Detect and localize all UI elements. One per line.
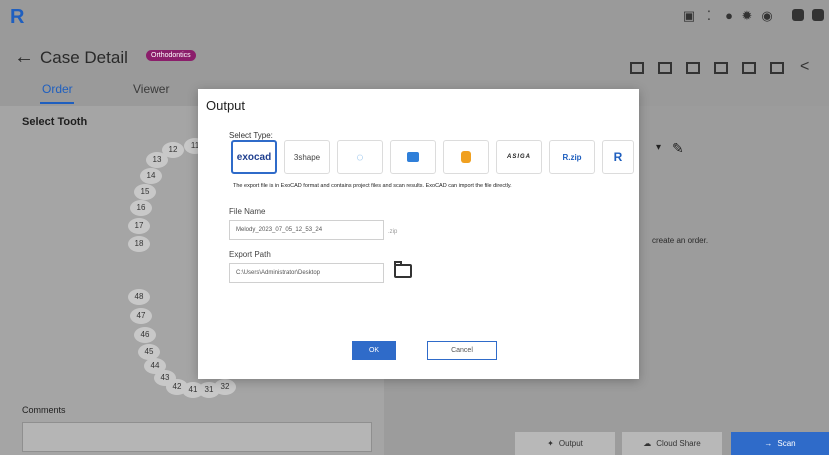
format-exocad[interactable]: exocad [231,140,277,174]
file-name-label: File Name [229,207,266,216]
format-orange[interactable] [443,140,489,174]
save-icon[interactable] [714,62,728,74]
order-hint: create an order. [652,236,709,245]
user-icon[interactable]: ◉ [760,9,774,23]
tooth-16[interactable]: 16 [130,200,152,216]
arrow-right-icon: → [764,439,773,448]
pencil-icon[interactable]: ✎ [672,140,684,157]
tooth-14[interactable]: 14 [140,168,162,184]
document-icon[interactable] [686,62,700,74]
format-3shape[interactable]: 3shape [284,140,330,174]
select-type-label: Select Type: [229,131,273,140]
cloud-share-label: Cloud Share [656,439,701,448]
image-icon[interactable] [630,62,644,74]
r-logo: R [613,150,623,164]
page-title: Case Detail [40,48,128,67]
export-path-label: Export Path [229,250,271,259]
folder-icon[interactable] [394,264,412,278]
top-bar: R ▣ ⁚ ● ✹ ◉ [0,0,829,34]
format-blue[interactable] [390,140,436,174]
cloud-icon: ☁ [643,439,652,448]
settings-icon[interactable]: ✹ [740,9,754,23]
ok-button[interactable]: OK [352,341,396,360]
file-name-field[interactable]: Melody_2023_07_05_12_53_24 [229,220,384,240]
maximize-icon[interactable] [812,9,824,21]
cloud-share-button[interactable]: ☁ Cloud Share [622,432,722,455]
output-icon: ✦ [547,439,554,448]
connection-icon[interactable]: ⁚ [702,9,716,23]
tooth-15[interactable]: 15 [134,184,156,200]
blue-cube-icon [407,152,419,162]
output-dialog: Output Select Type: exocad 3shape ◌ ASIG… [198,89,639,379]
tooth-13[interactable]: 13 [146,152,168,168]
arrow-left-icon[interactable]: ← [14,46,34,69]
share-icon[interactable]: < [800,58,809,76]
dialog-title: Output [206,98,246,113]
3shape-logo: 3shape [293,152,321,162]
exocad-logo: exocad [236,151,272,163]
tooth-46[interactable]: 46 [134,327,156,343]
tooth-icon [461,151,471,163]
circle-logo-icon: ◌ [356,150,364,164]
rzip-logo: R.zip [562,152,582,162]
tab-order[interactable]: Order [42,82,73,96]
tab-underline [40,102,74,104]
format-asiga[interactable]: ASIGA [496,140,542,174]
output-label: Output [558,439,583,448]
tab-viewer[interactable]: Viewer [133,82,169,96]
help-icon[interactable]: ● [722,9,736,23]
cancel-button[interactable]: Cancel [427,341,497,360]
tooth-32[interactable]: 32 [214,379,236,395]
format-rzip[interactable]: R.zip [549,140,595,174]
print-icon[interactable] [742,62,756,74]
mail-icon[interactable] [770,62,784,74]
file-extension: .zip [388,229,398,235]
comments-input[interactable] [22,422,372,452]
comments-label: Comments [22,405,66,415]
format-r[interactable]: R [602,140,634,174]
app-logo: R [10,6,25,28]
caret-down-icon[interactable]: ▾ [656,142,661,153]
export-path-field[interactable]: C:\Users\Administrator\Desktop [229,263,384,283]
tooth-47[interactable]: 47 [130,308,152,324]
scan-button[interactable]: → Scan [731,432,829,455]
tooth-48[interactable]: 48 [128,289,150,305]
format-description: The export file is in ExoCAD format and … [233,183,512,189]
asiga-logo: ASIGA [506,154,531,160]
tooth-18[interactable]: 18 [128,236,150,252]
scan-label: Scan [777,439,796,448]
device-icon[interactable]: ▣ [682,9,696,23]
format-circle[interactable]: ◌ [337,140,383,174]
tooth-17[interactable]: 17 [128,218,150,234]
select-tooth-label: Select Tooth [22,116,88,128]
minimize-icon[interactable] [792,9,804,21]
status-badge: Orthodontics [146,50,196,61]
output-button[interactable]: ✦ Output [515,432,615,455]
folder-icon[interactable] [658,62,672,74]
